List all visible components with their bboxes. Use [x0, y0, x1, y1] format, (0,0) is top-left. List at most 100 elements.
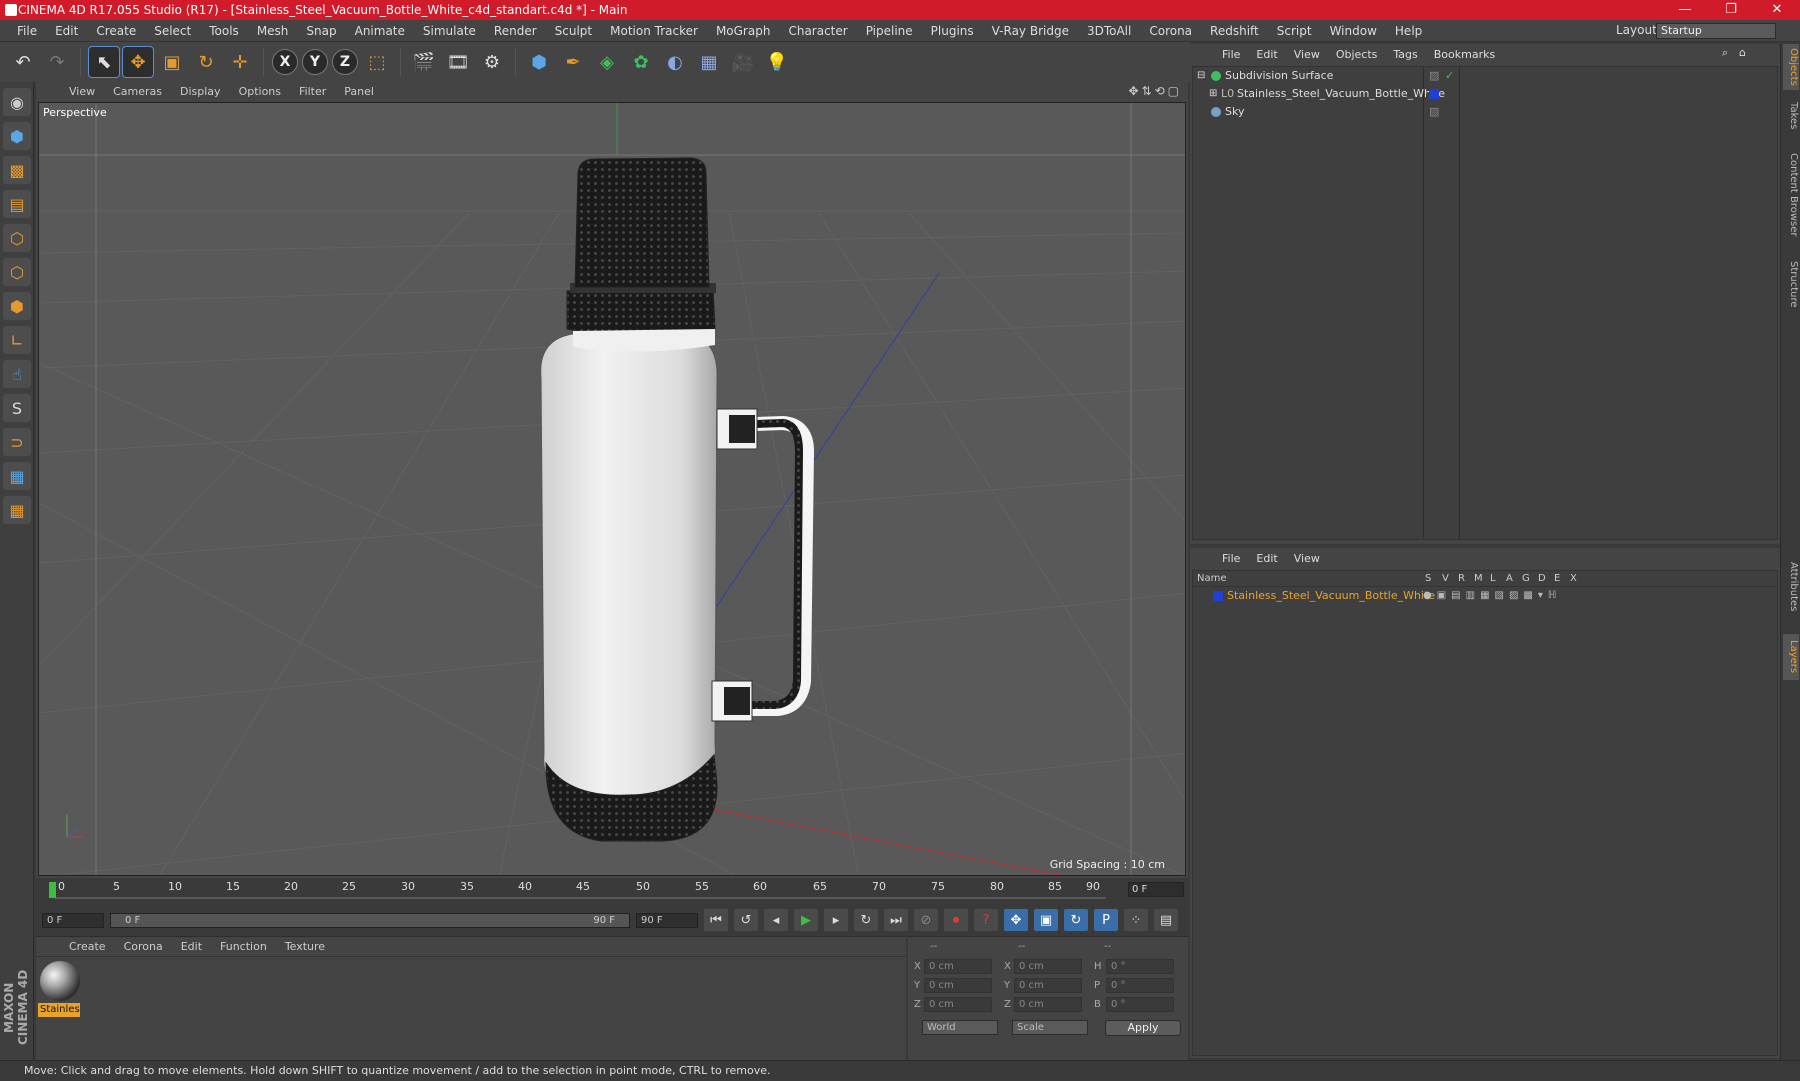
size-mode-dropdown[interactable]: Scale [1012, 1020, 1088, 1035]
next-key-icon[interactable]: ↻ [854, 909, 878, 931]
material-menu-edit[interactable]: Edit [172, 940, 211, 953]
layer-row[interactable]: Stainless_Steel_Vacuum_Bottle_White ●▣▤▥… [1193, 588, 1779, 604]
menu-simulate[interactable]: Simulate [414, 24, 485, 38]
maximize-button[interactable]: ❐ [1708, 0, 1754, 20]
tab-takes[interactable]: Takes [1783, 96, 1799, 136]
objects-menu-objects[interactable]: Objects [1328, 48, 1386, 61]
3d-viewport[interactable]: Perspective Grid Spacing : 10 cm [38, 102, 1186, 876]
z-axis-lock-icon[interactable]: Z [332, 49, 358, 75]
visibility-dots-icon[interactable]: ▨ [1429, 67, 1439, 85]
tab-content-browser[interactable]: Content Browser [1783, 140, 1799, 250]
minimize-button[interactable]: — [1662, 0, 1708, 20]
move-tool-icon[interactable]: ✥ [122, 46, 154, 78]
menu-create[interactable]: Create [87, 24, 145, 38]
snap-icon[interactable]: S [3, 394, 31, 422]
layers-menu-view[interactable]: View [1286, 552, 1328, 565]
rotation-p-field[interactable]: 0 ° [1106, 978, 1174, 993]
position-y-field[interactable]: 0 cm [924, 978, 992, 993]
render-picture-viewer-icon[interactable]: 🎞 [443, 47, 473, 77]
menu-plugins[interactable]: Plugins [922, 24, 983, 38]
position-x-field[interactable]: 0 cm [924, 959, 992, 974]
current-frame-field[interactable]: 0 F [1128, 882, 1184, 897]
position-z-field[interactable]: 0 cm [924, 997, 992, 1012]
menu-pipeline[interactable]: Pipeline [857, 24, 922, 38]
spline-pen-icon[interactable]: ✒ [558, 47, 588, 77]
redo-icon[interactable]: ↷ [42, 47, 72, 77]
menu-sculpt[interactable]: Sculpt [546, 24, 601, 38]
menu-mesh[interactable]: Mesh [248, 24, 298, 38]
size-x-field[interactable]: 0 cm [1014, 959, 1082, 974]
key-scale-icon[interactable]: ▣ [1034, 909, 1058, 931]
menu-tools[interactable]: Tools [200, 24, 248, 38]
key-param-icon[interactable]: P [1094, 909, 1118, 931]
menu-character[interactable]: Character [779, 24, 856, 38]
menu-select[interactable]: Select [145, 24, 200, 38]
enabled-check-icon[interactable]: ✓ [1445, 67, 1454, 85]
tab-layers[interactable]: Layers [1783, 634, 1799, 680]
preview-range-slider[interactable]: 0 F 90 F [110, 912, 630, 928]
layers-menu-edit[interactable]: Edit [1248, 552, 1285, 565]
viewport-menu-panel[interactable]: Panel [335, 85, 383, 98]
viewport-menu-filter[interactable]: Filter [290, 85, 335, 98]
start-frame-field[interactable]: 0 F [42, 912, 104, 928]
workplane-mode-icon[interactable]: ▤ [3, 190, 31, 218]
material-menu-corona[interactable]: Corona [115, 940, 172, 953]
step-forward-icon[interactable]: ▸ [824, 909, 848, 931]
subdivision-generator-icon[interactable]: ◈ [592, 47, 622, 77]
close-button[interactable]: ✕ [1754, 0, 1800, 20]
viewport-menu-options[interactable]: Options [230, 85, 290, 98]
menu-motion-tracker[interactable]: Motion Tracker [601, 24, 707, 38]
visibility-dots-icon[interactable]: ▨ [1429, 103, 1439, 121]
magnet-icon[interactable]: ⊃ [3, 428, 31, 456]
material-name-label[interactable]: Stainles [38, 1003, 80, 1017]
layout-dropdown[interactable]: Startup [1656, 23, 1776, 39]
layers-menu-file[interactable]: File [1214, 552, 1248, 565]
layer-color-swatch[interactable] [1213, 591, 1223, 601]
timeline-ruler[interactable]: 0 5 10 15 20 25 30 35 40 45 50 55 60 65 … [36, 878, 1188, 902]
play-icon[interactable]: ▶ [794, 909, 818, 931]
motion-record-icon[interactable]: ⊘ [914, 909, 938, 931]
menu-snap[interactable]: Snap [297, 24, 345, 38]
viewport-menu-view[interactable]: View [60, 85, 104, 98]
floor-scene-icon[interactable]: ▦ [694, 47, 724, 77]
objects-menu-view[interactable]: View [1286, 48, 1328, 61]
objects-menu-bookmarks[interactable]: Bookmarks [1426, 48, 1503, 61]
object-row-subdivision-surface[interactable]: ⊟ Subdivision Surface ▨ ✓ [1193, 67, 1779, 85]
record-keys-icon[interactable]: ⏺ [944, 909, 968, 931]
transform-tool-icon[interactable]: ✛ [225, 47, 255, 77]
menu-file[interactable]: File [8, 24, 46, 38]
viewport-menu-display[interactable]: Display [171, 85, 230, 98]
menu-help[interactable]: Help [1386, 24, 1431, 38]
y-axis-lock-icon[interactable]: Y [302, 49, 328, 75]
workplane-lock-icon[interactable]: ▦ [3, 462, 31, 490]
camera-icon[interactable]: 🎥 [728, 47, 758, 77]
scale-tool-icon[interactable]: ▣ [157, 47, 187, 77]
material-preview-ball[interactable] [40, 961, 80, 1001]
rotation-h-field[interactable]: 0 ° [1106, 959, 1174, 974]
object-row-bottle[interactable]: ⊞ L0 Stainless_Steel_Vacuum_Bottle_White [1193, 85, 1779, 103]
menu-3dtoall[interactable]: 3DToAll [1078, 24, 1140, 38]
points-mode-icon[interactable]: ⬡ [3, 224, 31, 252]
live-selection-icon[interactable]: ⬉ [88, 46, 120, 78]
layer-toggle-icons[interactable]: ●▣▤▥▦▧▨▩▾ℍ [1423, 588, 1561, 604]
layer-name[interactable]: Stainless_Steel_Vacuum_Bottle_White [1227, 588, 1435, 604]
menu-edit[interactable]: Edit [46, 24, 87, 38]
undo-icon[interactable]: ↶ [8, 47, 38, 77]
viewport-navigation-icons[interactable]: ✥⇅⟲▢ [1128, 84, 1182, 98]
home-icon[interactable]: ⌂ [1731, 46, 1754, 59]
edges-mode-icon[interactable]: ⬡ [3, 258, 31, 286]
material-menu-texture[interactable]: Texture [276, 940, 334, 953]
menu-animate[interactable]: Animate [346, 24, 414, 38]
tweak-mode-icon[interactable]: ☝ [3, 360, 31, 388]
goto-start-icon[interactable]: ⏮ [704, 909, 728, 931]
key-position-icon[interactable]: ✥ [1004, 909, 1028, 931]
render-view-icon[interactable]: 🎬 [409, 47, 439, 77]
size-z-field[interactable]: 0 cm [1014, 997, 1082, 1012]
expand-icon[interactable]: ⊞ [1209, 85, 1217, 103]
key-rotation-icon[interactable]: ↻ [1064, 909, 1088, 931]
menu-redshift[interactable]: Redshift [1201, 24, 1268, 38]
objects-menu-edit[interactable]: Edit [1248, 48, 1285, 61]
material-menu-create[interactable]: Create [60, 940, 115, 953]
end-frame-field[interactable]: 90 F [636, 912, 698, 928]
tab-attributes[interactable]: Attributes [1783, 552, 1799, 622]
